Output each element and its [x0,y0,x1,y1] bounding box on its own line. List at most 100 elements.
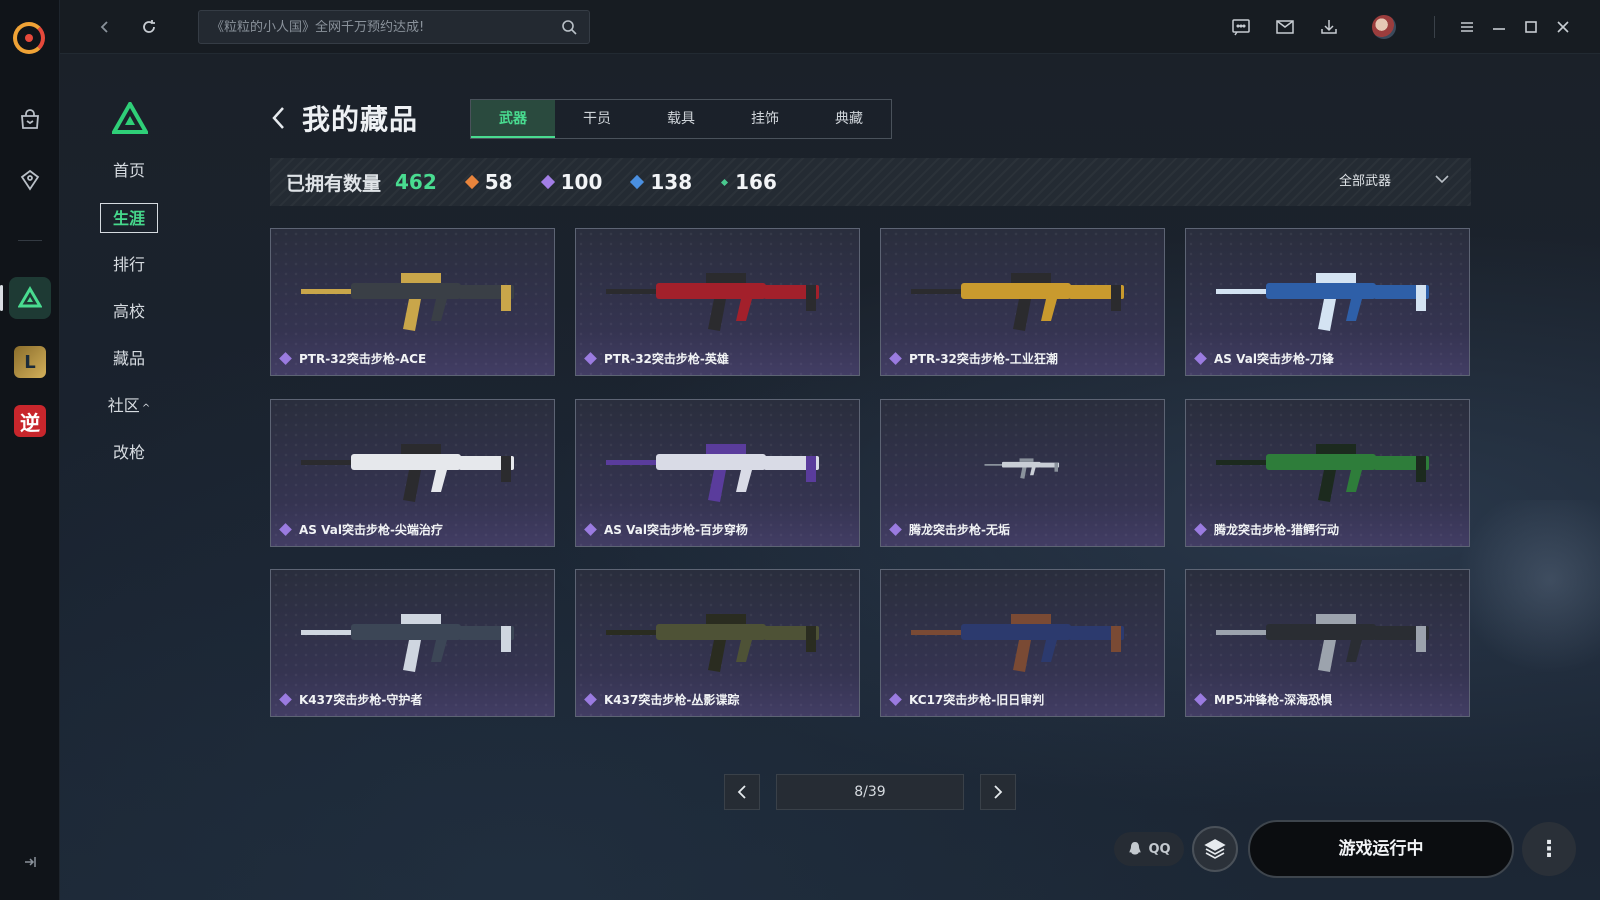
rarity-diamond-icon [1194,352,1207,365]
refresh-icon[interactable] [136,14,162,40]
page-header: 我的藏品 [270,96,418,140]
rarity-diamond-icon [584,352,597,365]
weapon-card[interactable]: AS Val突击步枪-尖端治疗 [270,398,555,547]
weapon-card[interactable]: 腾龙突击步枪-无垢 [880,398,1165,547]
tier-common-count: 166 [721,170,777,194]
weapon-name: PTR-32突击步枪-英雄 [604,352,729,366]
tier-count: 100 [560,170,603,194]
maximize-icon[interactable] [1518,14,1544,40]
rarity-diamond-icon [1194,522,1207,536]
search-icon[interactable] [561,19,577,35]
nav-career[interactable]: 生涯 [100,203,158,233]
shop-icon[interactable] [9,99,51,141]
weapon-name: KC17突击步枪-旧日审判 [909,693,1045,708]
owned-total: 462 [395,170,437,194]
weapon-image [301,443,514,502]
qq-penguin-icon [1129,842,1141,855]
more-options-icon[interactable]: ⋮ [1522,822,1576,876]
weapon-card[interactable]: KC17突击步枪-旧日审判 [880,569,1165,718]
nav-collection[interactable]: 藏品 [100,344,158,374]
nav-college[interactable]: 高校 [100,297,158,327]
tab-operators[interactable]: 干员 [555,100,639,138]
weapon-name: 腾龙突击步枪-猎鳄行动 [1214,522,1339,537]
chat-icon[interactable] [1228,14,1254,40]
game-cf-icon[interactable] [0,277,51,319]
avatar[interactable] [1372,15,1396,39]
app-logo[interactable] [13,22,45,54]
search-input[interactable] [211,19,561,35]
weapon-name: 腾龙突击步枪-无垢 [909,522,1010,537]
weapon-image [1216,443,1429,502]
rarity-diamond-icon [279,693,292,707]
weapon-image [301,614,514,673]
tab-charms[interactable]: 挂饰 [723,100,807,138]
tier-epic-count: 100 [540,170,603,194]
weapon-caption: K437突击步枪-守护者 [279,691,423,708]
tab-collection[interactable]: 典藏 [807,100,891,138]
weapon-image [606,443,819,502]
weapon-caption: AS Val突击步枪-百步穿杨 [584,521,748,538]
nav-gun-mod[interactable]: 改枪 [100,438,158,468]
prev-page-button[interactable] [724,774,760,810]
game-running-button[interactable]: 游戏运行中 [1248,820,1514,878]
weapon-caption: PTR-32突击步枪-ACE [279,350,426,367]
rarity-diamond-icon [584,522,597,536]
weapon-grid: PTR-32突击步枪-ACE PTR-32突击步枪-英雄 PTR-32突击步枪-工业… [270,228,1471,718]
nav-ranking[interactable]: 排行 [100,250,158,280]
topbar-divider [1434,16,1435,38]
menu-icon[interactable] [1454,14,1480,40]
page-title: 我的藏品 [302,103,419,136]
page-indicator: 8/39 [776,774,964,810]
weapon-name: K437突击步枪-守护者 [299,693,423,708]
weapon-card[interactable]: MP5冲锋枪-深海恐惧 [1185,569,1470,718]
next-page-button[interactable] [980,774,1016,810]
back-icon[interactable] [270,103,292,133]
side-nav: 首页 生涯 排行 高校 藏品 社区 ^ 改枪 [100,156,160,485]
mail-icon[interactable] [1272,14,1298,40]
rarity-diamond-icon [889,522,902,536]
chevron-down-icon [1435,172,1449,188]
owned-label: 已拥有数量 [286,172,382,195]
discover-icon[interactable] [9,159,51,201]
weapon-card[interactable]: PTR-32突击步枪-工业狂潮 [880,228,1165,376]
weapon-card[interactable]: K437突击步枪-丛影谍踪 [575,569,860,718]
top-bar [60,0,1600,54]
weapon-card[interactable]: PTR-32突击步枪-ACE [270,228,555,376]
tab-weapons[interactable]: 武器 [471,100,555,138]
download-icon[interactable] [1316,14,1342,40]
weapon-card[interactable]: PTR-32突击步枪-英雄 [575,228,860,376]
back-nav-icon[interactable] [92,14,118,40]
weapon-filter-dropdown[interactable]: 全部武器 [1339,170,1449,189]
weapon-name: PTR-32突击步枪-工业狂潮 [909,352,1058,366]
qq-button[interactable]: QQ [1114,832,1184,866]
nav-home[interactable]: 首页 [100,156,158,186]
weapon-card[interactable]: AS Val突击步枪-百步穿杨 [575,398,860,547]
game-lol-icon[interactable]: L [9,341,51,383]
weapon-caption: PTR-32突击步枪-英雄 [584,350,729,367]
collapse-sidebar-icon[interactable] [20,852,40,872]
weapon-caption: AS Val突击步枪-尖端治疗 [279,521,443,538]
nav-community-label: 社区 [107,396,140,415]
weapon-card[interactable]: K437突击步枪-守护者 [270,569,555,718]
layers-icon[interactable] [1192,826,1238,872]
weapon-image [911,273,1124,331]
minimize-icon[interactable] [1486,14,1512,40]
tier-legendary-count: 58 [464,170,513,194]
tab-vehicles[interactable]: 载具 [639,100,723,138]
rarity-diamond-icon [279,522,292,536]
weapon-card[interactable]: 腾龙突击步枪-猎鳄行动 [1185,398,1470,547]
weapon-image [606,614,819,673]
weapon-name: AS Val突击步枪-尖端治疗 [299,522,443,537]
app-rail: L 逆 [0,0,60,900]
nav-community[interactable]: 社区 ^ [100,391,158,421]
tier-count: 58 [484,170,513,194]
weapon-caption: 腾龙突击步枪-猎鳄行动 [1194,521,1339,538]
weapon-card[interactable]: AS Val突击步枪-刀锋 [1185,228,1470,376]
game-nishuihan-icon[interactable]: 逆 [9,400,51,442]
rarity-diamond-icon [1194,693,1207,707]
weapon-name: AS Val突击步枪-刀锋 [1214,352,1334,366]
weapon-caption: PTR-32突击步枪-工业狂潮 [889,350,1058,367]
close-icon[interactable] [1550,14,1576,40]
weapon-caption: AS Val突击步枪-刀锋 [1194,350,1334,367]
search-bar[interactable] [198,10,590,44]
